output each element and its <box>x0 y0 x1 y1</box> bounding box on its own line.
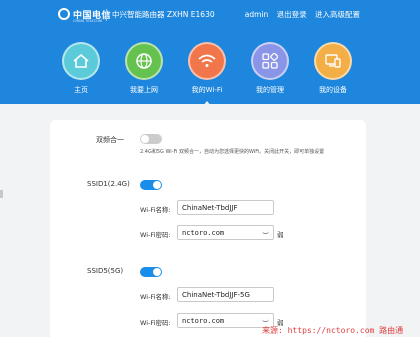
nav-internet[interactable]: 我要上网 <box>120 42 168 95</box>
router-title: 中兴智能路由器 ZXHN E1630 <box>112 10 215 19</box>
ssid5-password-value: nctoro.com <box>182 317 225 325</box>
nav-wifi[interactable]: 我的Wi-Fi <box>183 42 231 104</box>
page-scroll-handle[interactable] <box>0 190 3 198</box>
ssid5-password-input[interactable]: nctoro.com <box>177 313 274 328</box>
ssid24-toggle[interactable] <box>140 180 162 190</box>
ssid24-password-label: Wi-Fi密码: <box>140 231 171 239</box>
nav-management-label: 我的管理 <box>256 86 284 94</box>
username-link[interactable]: admin <box>245 10 269 19</box>
ssid5-password-label: Wi-Fi密码: <box>140 319 171 327</box>
ssid24-password-value: nctoro.com <box>182 229 225 237</box>
devices-icon <box>314 42 352 80</box>
logout-link[interactable]: 退出登录 <box>277 10 307 19</box>
nav-wifi-label: 我的Wi-Fi <box>191 86 223 94</box>
telecom-logo-icon <box>58 8 70 20</box>
dual-band-description: 2.4G和5G Wi-Fi 双频合一，自动为您选择更快的WiFi。关闭此开关，即… <box>140 149 325 155</box>
logo-en-text: CHINA TELECOM <box>73 19 102 23</box>
home-icon <box>62 42 100 80</box>
nav-home[interactable]: 主页 <box>57 42 105 95</box>
china-telecom-logo: 中国电信 CHINA TELECOM <box>58 6 111 28</box>
top-links: admin 退出登录 进入高级配置 <box>239 9 360 20</box>
active-nav-pointer <box>202 101 212 104</box>
source-watermark: 来源: https://nctoro.com 路由通 <box>262 326 404 335</box>
ssid24-password-input[interactable]: nctoro.com <box>177 225 274 240</box>
header-bar: 中国电信 CHINA TELECOM 中兴智能路由器 ZXHN E1630 ad… <box>0 0 420 104</box>
nav-home-label: 主页 <box>74 86 88 94</box>
ssid5-name-input[interactable]: ChinaNet-TbdJJF-5G <box>177 287 274 302</box>
nav-internet-label: 我要上网 <box>130 86 158 94</box>
ssid5-label: SSID5(5G) <box>87 267 124 275</box>
show-password-icon[interactable] <box>262 319 269 322</box>
ssid24-name-label: Wi-Fi名称: <box>140 206 171 214</box>
globe-icon <box>125 42 163 80</box>
ssid5-name-label: Wi-Fi名称: <box>140 293 171 301</box>
dual-band-label: 双频合一 <box>96 136 124 144</box>
ssid5-toggle[interactable] <box>140 267 162 277</box>
nav-devices[interactable]: 我的设备 <box>309 42 357 95</box>
ssid24-name-input[interactable]: ChinaNet-TbdJJF <box>177 200 274 215</box>
show-password-icon[interactable] <box>262 231 269 234</box>
nav-devices-label: 我的设备 <box>319 86 347 94</box>
ssid24-label: SSID1(2.4G) <box>87 180 130 188</box>
wifi-icon <box>188 42 226 80</box>
header-divider <box>106 9 107 21</box>
wifi-settings-panel: 双频合一 2.4G和5G Wi-Fi 双频合一，自动为您选择更快的WiFi。关闭… <box>50 120 366 337</box>
nav-management[interactable]: 我的管理 <box>246 42 294 95</box>
advanced-config-link[interactable]: 进入高级配置 <box>315 10 360 19</box>
grid-icon <box>251 42 289 80</box>
ssid24-strength: 弱 <box>277 231 284 239</box>
dual-band-toggle[interactable] <box>140 134 162 144</box>
